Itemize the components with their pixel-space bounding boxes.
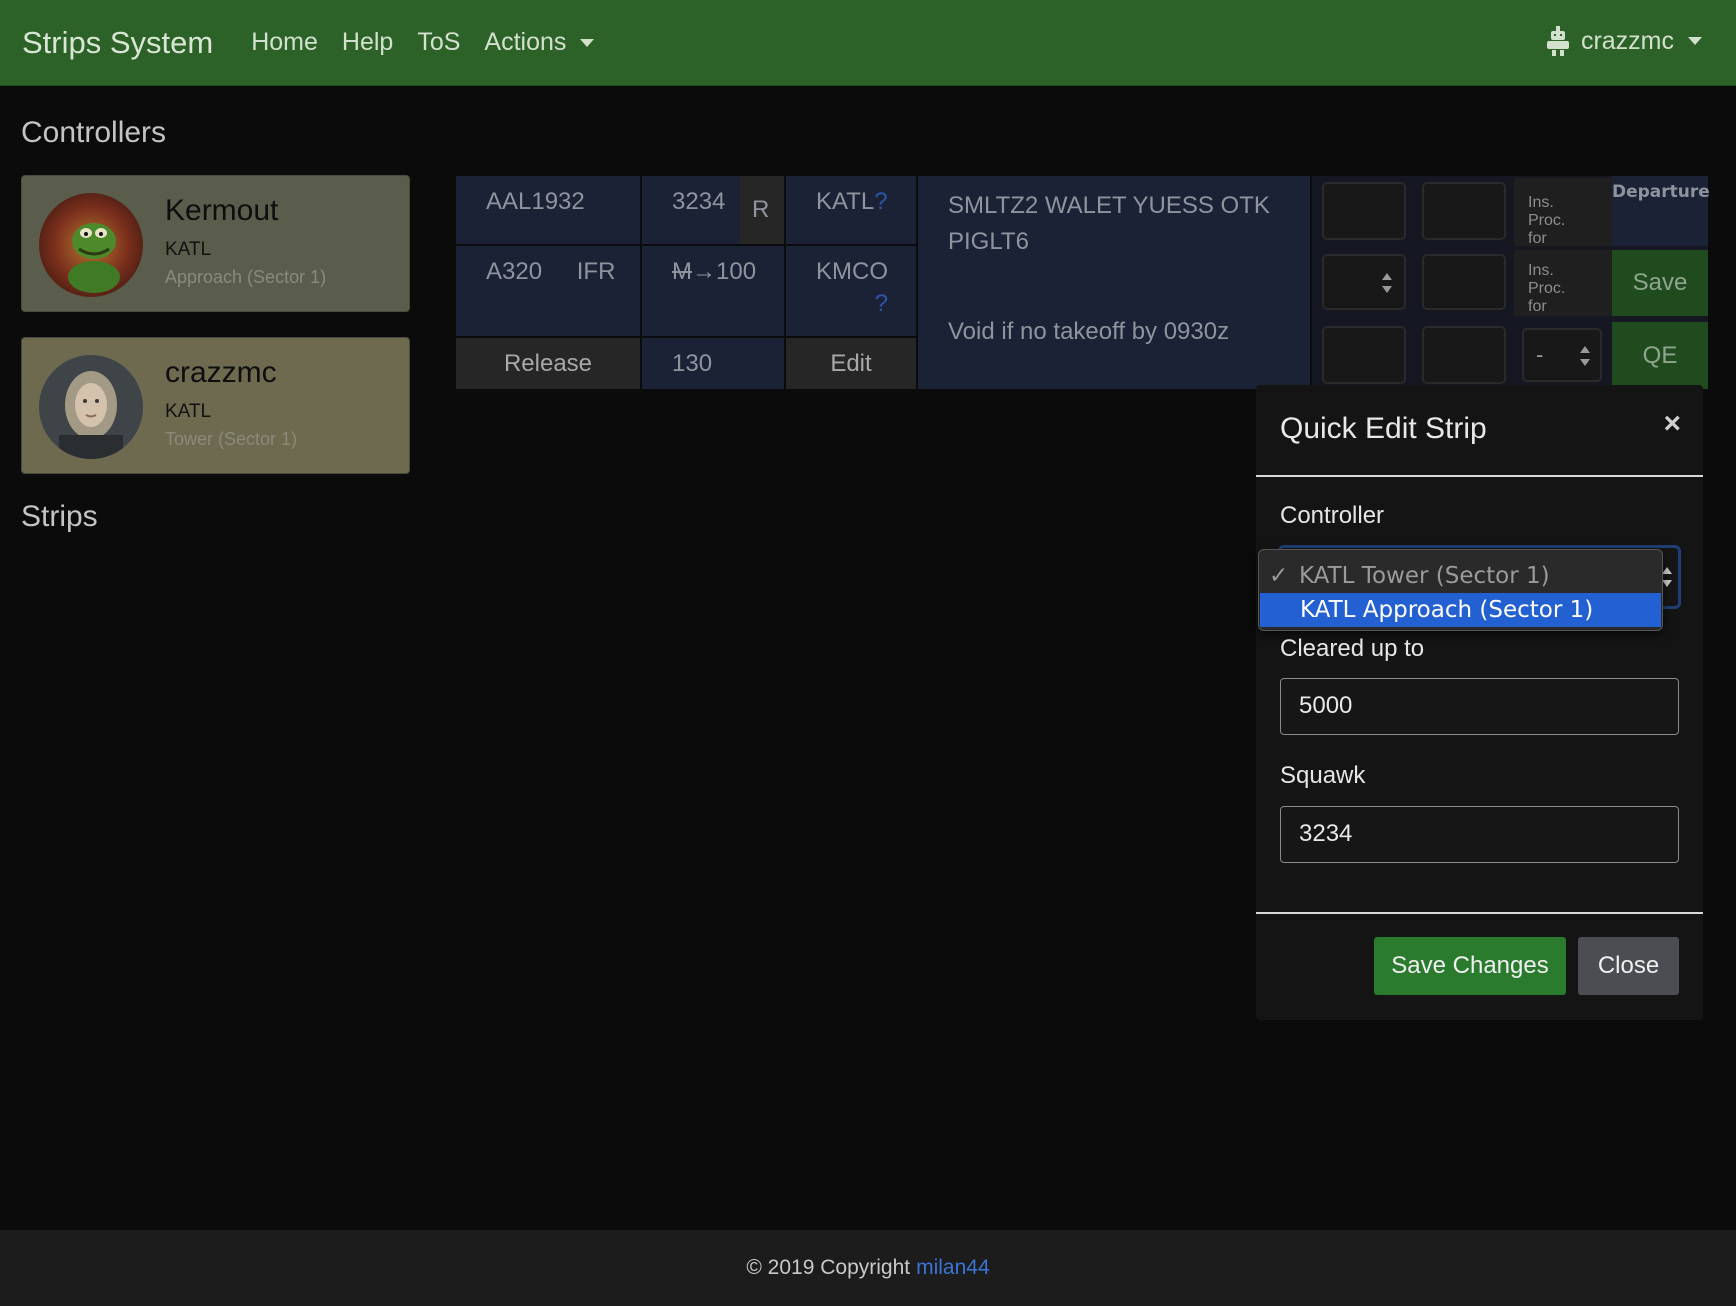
nav-actions-label: Actions — [484, 28, 567, 56]
strip-qe-button[interactable]: QE — [1612, 322, 1708, 389]
ins-proc-text: Ins. — [1528, 194, 1554, 211]
cleared-label: Cleared up to — [1280, 635, 1425, 662]
ins-proc-text: Proc. — [1528, 280, 1566, 297]
edit-button[interactable]: Edit — [786, 338, 916, 389]
user-menu-dropdown[interactable]: crazzmc — [1545, 26, 1702, 56]
strip-route-cell: SMLTZ2 WALET YUESS OTK PIGLT6 Void if no… — [918, 176, 1310, 389]
robot-icon — [1546, 26, 1569, 56]
ins-proc-text: Proc. — [1528, 212, 1566, 229]
unknown-mark: ? — [874, 290, 888, 317]
strip-aircraft-cell: A320 IFR — [456, 246, 640, 336]
controller-name: crazzmc — [165, 356, 277, 389]
nav-tos[interactable]: ToS — [417, 28, 460, 57]
brand-link[interactable]: Strips System — [22, 25, 213, 61]
close-button[interactable]: Close — [1578, 937, 1679, 995]
controller-label: Controller — [1280, 502, 1385, 529]
controller-position: Approach (Sector 1) — [165, 267, 327, 287]
unknown-mark: ? — [874, 188, 888, 215]
controller-card-kermout: Kermout KATL Approach (Sector 1) — [21, 175, 410, 312]
squawk-input[interactable]: 3234 — [1280, 806, 1679, 863]
footer-copyright: © 2019 Copyright — [746, 1256, 911, 1279]
select-arrows-icon — [1662, 567, 1672, 587]
strip-altitude-cell: M→100 — [642, 246, 784, 336]
strip-type-label: Departure — [1612, 176, 1710, 246]
strip-altitude: →100 — [692, 258, 757, 285]
strip-save-button[interactable]: Save — [1612, 250, 1708, 316]
controllers-heading: Controllers — [21, 116, 167, 149]
strip-departure-cell: KATL? — [786, 176, 916, 244]
nav-actions-dropdown[interactable]: Actions — [484, 28, 595, 57]
save-changes-button[interactable]: Save Changes — [1374, 937, 1566, 995]
flight-strip: AAL1932 3234 R KATL? SMLTZ2 WALET YUESS … — [456, 176, 1710, 389]
chevron-down-icon — [1688, 37, 1702, 45]
close-icon[interactable]: × — [1663, 407, 1681, 441]
strip-box-input[interactable] — [1322, 182, 1406, 240]
strip-arrival: KMCO — [816, 258, 888, 285]
modal-divider — [1256, 475, 1703, 477]
ins-proc-cell: Ins. Proc. for — [1514, 250, 1612, 316]
strip-squawk: 3234 — [642, 176, 740, 244]
strip-speed: 130 — [642, 338, 784, 389]
strip-flight-rules: IFR — [576, 258, 616, 285]
avatar — [39, 193, 143, 297]
modal-title: Quick Edit Strip — [1280, 412, 1487, 445]
strip-route-line2: PIGLT6 — [948, 228, 1029, 255]
strip-box-input[interactable] — [1422, 254, 1506, 310]
strip-callsign: AAL1932 — [456, 176, 640, 244]
select-arrows-icon — [1580, 346, 1590, 366]
strip-remarks: Void if no takeoff by 0930z — [948, 318, 1230, 345]
chevron-down-icon — [580, 38, 595, 47]
controller-position: Tower (Sector 1) — [165, 429, 298, 449]
footer-author-link[interactable]: milan44 — [916, 1256, 990, 1280]
strip-dash-select[interactable]: - — [1522, 328, 1602, 382]
strip-rules-flag: R — [740, 176, 784, 244]
ins-proc-text: for — [1528, 298, 1547, 315]
strip-box-input[interactable] — [1322, 326, 1406, 384]
nav-home[interactable]: Home — [251, 28, 318, 57]
controller-option-approach[interactable]: KATL Approach (Sector 1) — [1260, 593, 1661, 627]
navbar: Strips System Home Help ToS Actions craz… — [0, 0, 1736, 86]
checkmark-icon: ✓ — [1269, 563, 1289, 589]
controller-airport: KATL — [165, 401, 212, 422]
strip-departure: KATL — [816, 188, 875, 215]
squawk-label: Squawk — [1280, 762, 1366, 789]
option-label: KATL Tower (Sector 1) — [1299, 563, 1550, 589]
strip-box-input[interactable] — [1422, 326, 1506, 384]
controller-name: Kermout — [165, 194, 279, 227]
controller-airport: KATL — [165, 239, 212, 260]
dash-select-value: - — [1536, 342, 1544, 367]
ins-proc-text: for — [1528, 230, 1547, 247]
cleared-altitude-input[interactable]: 5000 — [1280, 678, 1679, 735]
avatar — [39, 355, 143, 459]
quick-edit-modal: Quick Edit Strip × Controller ✓ KATL Tow… — [1256, 385, 1703, 1020]
strip-altitude-struck: M — [672, 258, 692, 285]
controller-option-tower[interactable]: ✓ KATL Tower (Sector 1) — [1259, 559, 1662, 593]
ins-proc-text: Ins. — [1528, 262, 1554, 279]
strip-arrival-cell: KMCO ? — [786, 246, 916, 336]
strip-select[interactable] — [1322, 254, 1406, 310]
strip-route-line1: SMLTZ2 WALET YUESS OTK — [948, 192, 1270, 219]
nav-help[interactable]: Help — [342, 28, 393, 57]
modal-divider — [1256, 912, 1703, 914]
strip-aircraft: A320 — [486, 258, 543, 285]
controller-dropdown-list: ✓ KATL Tower (Sector 1) KATL Approach (S… — [1258, 549, 1663, 631]
user-name: crazzmc — [1580, 26, 1674, 55]
strip-box-input[interactable] — [1422, 182, 1506, 240]
release-button[interactable]: Release — [456, 338, 640, 389]
ins-proc-cell: Ins. Proc. for — [1514, 178, 1612, 247]
strips-heading: Strips — [21, 500, 98, 533]
controller-card-crazzmc: crazzmc KATL Tower (Sector 1) — [21, 337, 410, 474]
option-label: KATL Approach (Sector 1) — [1300, 597, 1594, 623]
select-arrows-icon — [1382, 273, 1392, 293]
footer: © 2019 Copyright milan44 — [0, 1230, 1736, 1306]
